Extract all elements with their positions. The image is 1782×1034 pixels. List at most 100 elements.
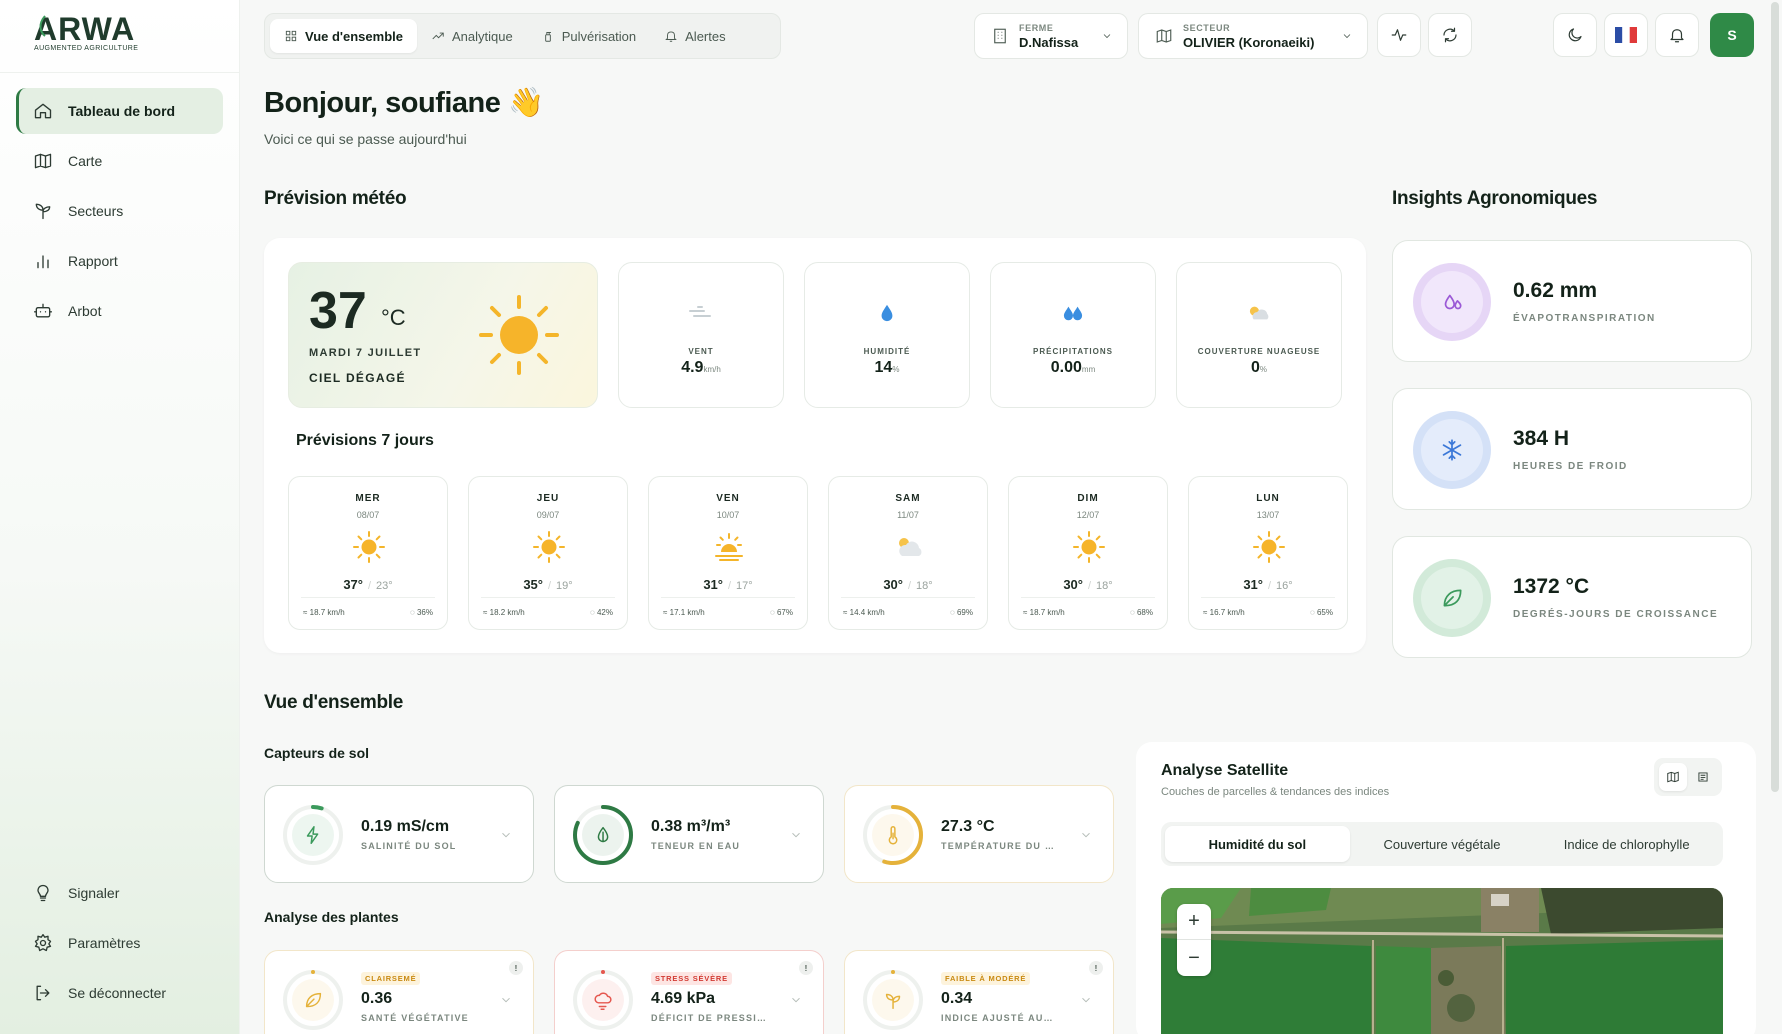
building-icon [994,28,1006,44]
sun-icon [479,295,559,375]
brand-logo[interactable]: ARWA AUGMENTED AGRICULTURE [34,13,164,54]
soil-sensor-card[interactable]: 27.3 °C TEMPÉRATURE DU … [844,785,1114,883]
tab-soil-moisture[interactable]: Humidité du sol [1165,826,1350,862]
sun-icon [351,529,387,565]
sidebar-item-map[interactable]: Carte [16,138,223,184]
plant-label: DÉFICIT DE PRESSI… [651,1013,768,1023]
sidebar-item-arbot[interactable]: Arbot [16,288,223,334]
forecast-day-card[interactable]: VEN 10/07 31° / 17° ≈ 17.1 km/h ◌ 67% [648,476,808,630]
plant-analysis-card[interactable]: FAIBLE À MODÉRÉ 0.34 INDICE AJUSTÉ AU…! [844,950,1114,1034]
refresh-button[interactable] [1428,13,1472,57]
sidebar-item-label: Tableau de bord [68,103,176,119]
sidebar-item-logout[interactable]: Se déconnecter [16,970,223,1016]
forecast-day-card[interactable]: MER 08/07 37° / 23° ≈ 18.7 km/h ◌ 36% [288,476,448,630]
farm-selector[interactable]: FERME D.Nafissa [974,13,1128,59]
language-button[interactable] [1604,13,1648,57]
sidebar-item-sectors[interactable]: Secteurs [16,188,223,234]
map-icon [1156,29,1172,43]
plant-analysis-title: Analyse des plantes [264,909,399,925]
forecast-day-card[interactable]: DIM 12/07 30° / 18° ≈ 18.7 km/h ◌ 68% [1008,476,1168,630]
insight-value: 0.62 mm [1513,279,1598,302]
rain-drops-icon [991,303,1155,325]
forecast-day-date: 13/07 [1256,510,1280,520]
tab-label: Pulvérisation [561,28,637,44]
forecast-day-date: 10/07 [716,510,740,520]
precipitation-label: PRÉCIPITATIONS [1033,347,1113,356]
soil-sensors-title: Capteurs de sol [264,745,370,761]
user-avatar[interactable]: S [1710,13,1754,57]
plant-value: 0.34 [941,990,973,1007]
satellite-imagery [1161,888,1723,1034]
sidebar-item-report[interactable]: Rapport [16,238,223,284]
cloud-sun-icon [891,529,927,565]
sensor-label: SALINITÉ DU SOL [361,841,457,851]
leaf-icon [1443,589,1462,607]
chevron-down-icon [502,832,510,838]
zoom-in-button[interactable]: + [1177,904,1211,940]
satellite-map[interactable]: + − [1161,888,1723,1034]
notifications-button[interactable] [1655,13,1699,57]
forecast-day-name: LUN [1256,493,1280,504]
soil-sensor-card[interactable]: 0.38 m³/m³ TENEUR EN EAU [554,785,824,883]
weather-panel: 37 °C MARDI 7 JUILLET CIEL DÉGAGÉ VENT 4… [264,238,1366,653]
bar-chart-icon [32,250,54,272]
soil-sensor-card[interactable]: 0.19 mS/cm SALINITÉ DU SOL [264,785,534,883]
forecast-divider [301,597,435,598]
dark-mode-button[interactable] [1553,13,1597,57]
forecast-humidity: ◌ 67% [770,608,793,617]
forecast-day-card[interactable]: JEU 09/07 35° / 19° ≈ 18.2 km/h ◌ 42% [468,476,628,630]
insight-card[interactable]: 384 H HEURES DE FROID [1392,388,1752,510]
today-temperature: 37 [309,282,367,340]
forecast-humidity: ◌ 68% [1130,608,1153,617]
plant-analysis-card[interactable]: CLAIRSEMÉ 0.36 SANTÉ VÉGÉTATIVE! [264,950,534,1034]
bell-icon [1670,29,1684,43]
satellite-title: Analyse Satellite [1161,762,1289,779]
refresh-icon [1443,27,1457,43]
cloud-wind-icon [570,967,636,1033]
tab-spraying[interactable]: Pulvérisation [527,19,650,53]
map-view-button[interactable] [1659,763,1687,791]
leaf-icon [280,967,346,1033]
sidebar-item-settings[interactable]: Paramètres [16,920,223,966]
sector-selector[interactable]: SECTEUR OLIVIER (Koronaeiki) [1138,13,1368,59]
forecast-day-card[interactable]: SAM 11/07 30° / 18° ≈ 14.4 km/h ◌ 69% [828,476,988,630]
sidebar-item-dashboard[interactable]: Tableau de bord [16,88,223,134]
info-icon[interactable]: ! [1089,961,1103,975]
plant-value: 4.69 kPa [651,990,716,1007]
forecast-divider [661,597,795,598]
today-condition: CIEL DÉGAGÉ [309,371,406,385]
tab-alerts[interactable]: Alertes [650,19,739,53]
list-view-button[interactable] [1689,763,1717,791]
info-icon[interactable]: ! [509,961,523,975]
forecast-day-date: 09/07 [536,510,560,520]
bell-icon [665,31,677,42]
forecast-high: 30° [883,577,903,592]
temp-separator: / [1267,580,1272,592]
leaf-logo-icon [39,15,46,37]
sidebar: ARWA AUGMENTED AGRICULTURE Tableau de bo… [0,0,240,1034]
forecast-high: 31° [1243,577,1263,592]
list-icon [1698,772,1708,782]
tab-chlorophyll-index[interactable]: Indice de chlorophylle [1534,826,1719,862]
info-icon[interactable]: ! [799,961,813,975]
lightning-icon [280,802,346,868]
activity-button[interactable] [1377,13,1421,57]
logo-tagline: AUGMENTED AGRICULTURE [34,45,139,52]
spray-icon [544,30,552,42]
today-temperature-unit: °C [381,305,406,330]
sensor-label: TEMPÉRATURE DU … [941,841,1056,851]
forecast-day-card[interactable]: LUN 13/07 31° / 16° ≈ 16.7 km/h ◌ 65% [1188,476,1348,630]
plant-analysis-card[interactable]: STRESS SÉVÈRE 4.69 kPa DÉFICIT DE PRESSI…! [554,950,824,1034]
page-scrollbar[interactable] [1771,2,1779,792]
sidebar-item-report-issue[interactable]: Signaler [16,870,223,916]
satellite-layer-tabs: Humidité du sol Couverture végétale Indi… [1161,822,1723,866]
tab-overview[interactable]: Vue d'ensemble [270,19,417,53]
insight-card[interactable]: 0.62 mm ÉVAPOTRANSPIRATION [1392,240,1752,362]
forecast-temperatures: 30° / 18° [829,577,987,592]
french-flag-icon [1615,27,1637,43]
insight-card[interactable]: 1372 °C DEGRÉS-JOURS DE CROISSANCE [1392,536,1752,658]
tab-vegetation-cover[interactable]: Couverture végétale [1350,826,1535,862]
forecast-divider [1201,597,1335,598]
tab-analytics[interactable]: Analytique [417,19,527,53]
zoom-out-button[interactable]: − [1177,940,1211,976]
